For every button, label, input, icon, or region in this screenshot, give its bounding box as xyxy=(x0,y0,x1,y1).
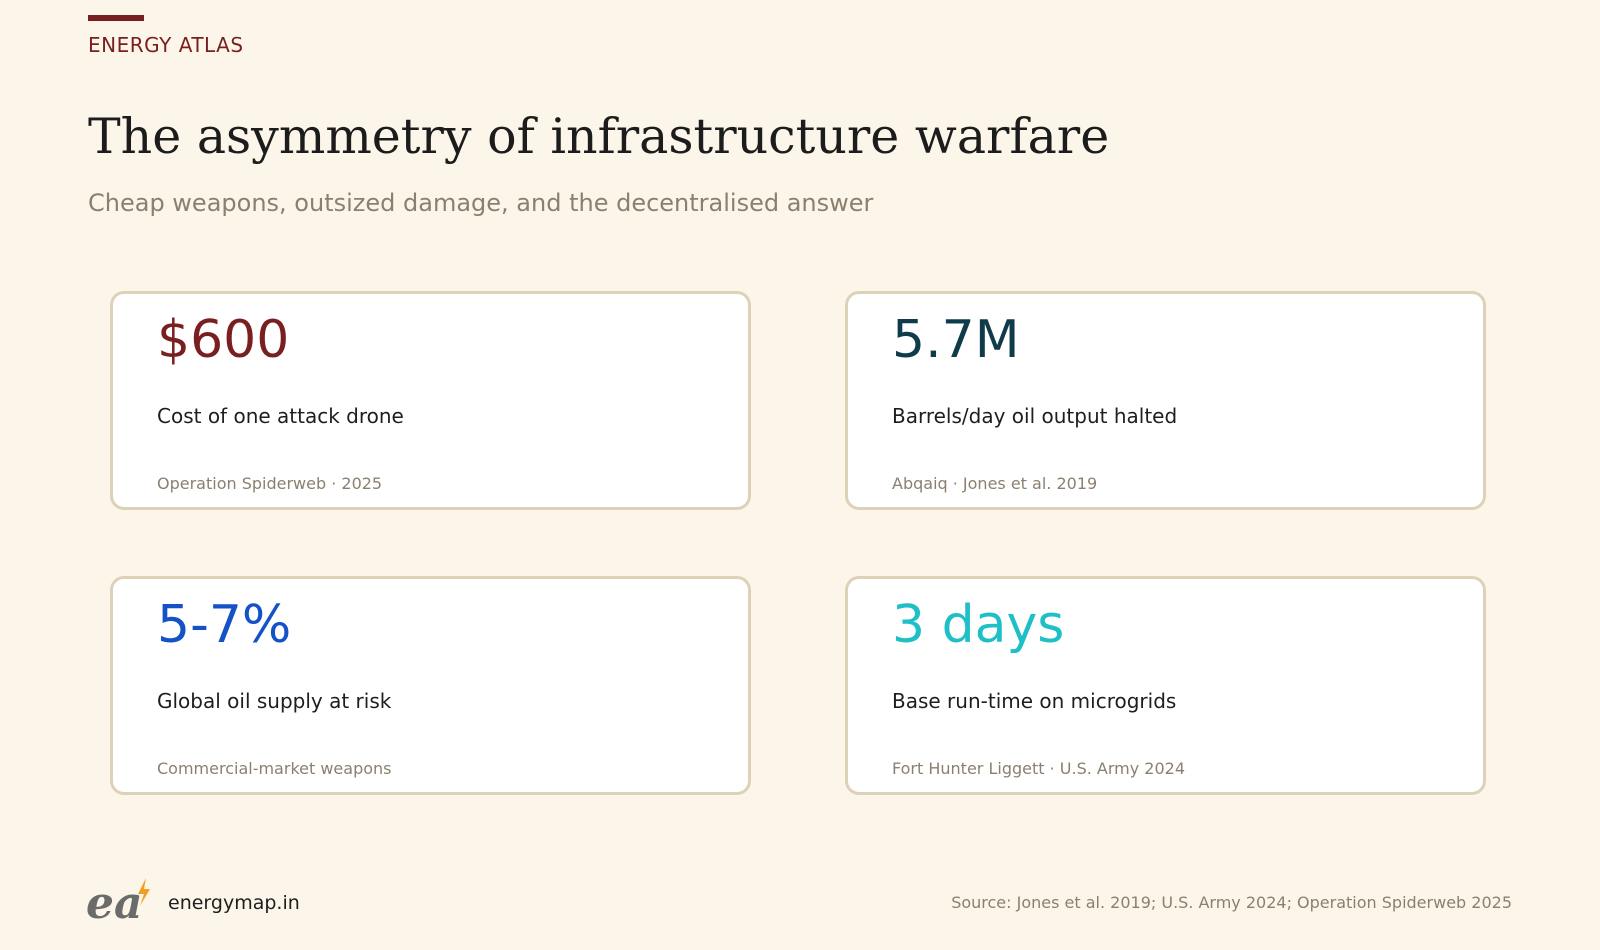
stat-card-supply-risk: 5-7% Global oil supply at risk Commercia… xyxy=(110,576,751,795)
stat-label: Base run-time on microgrids xyxy=(892,689,1177,713)
brand-accent-bar xyxy=(88,15,144,21)
stat-value: 5.7M xyxy=(892,310,1020,370)
stat-value: $600 xyxy=(157,310,290,370)
logo-text: ea xyxy=(86,878,143,924)
stat-card-oil-output: 5.7M Barrels/day oil output halted Abqai… xyxy=(845,291,1486,510)
stat-card-drone-cost: $600 Cost of one attack drone Operation … xyxy=(110,291,751,510)
energy-atlas-logo: ea xyxy=(86,878,150,924)
page-title: The asymmetry of infrastructure warfare xyxy=(88,108,1110,165)
stat-card-microgrid-runtime: 3 days Base run-time on microgrids Fort … xyxy=(845,576,1486,795)
stat-label: Global oil supply at risk xyxy=(157,689,392,713)
stat-source: Operation Spiderweb · 2025 xyxy=(157,474,383,493)
page-subtitle: Cheap weapons, outsized damage, and the … xyxy=(88,189,874,217)
stat-label: Barrels/day oil output halted xyxy=(892,404,1178,428)
stat-source: Abqaiq · Jones et al. 2019 xyxy=(892,474,1098,493)
stat-source: Commercial-market weapons xyxy=(157,759,392,778)
stat-source: Fort Hunter Liggett · U.S. Army 2024 xyxy=(892,759,1185,778)
footer-source-note: Source: Jones et al. 2019; U.S. Army 202… xyxy=(951,893,1512,912)
stat-value: 5-7% xyxy=(157,595,292,655)
site-link[interactable]: energymap.in xyxy=(168,892,300,914)
stat-label: Cost of one attack drone xyxy=(157,404,404,428)
stat-value: 3 days xyxy=(892,595,1065,655)
brand-name: ENERGY ATLAS xyxy=(88,33,244,57)
